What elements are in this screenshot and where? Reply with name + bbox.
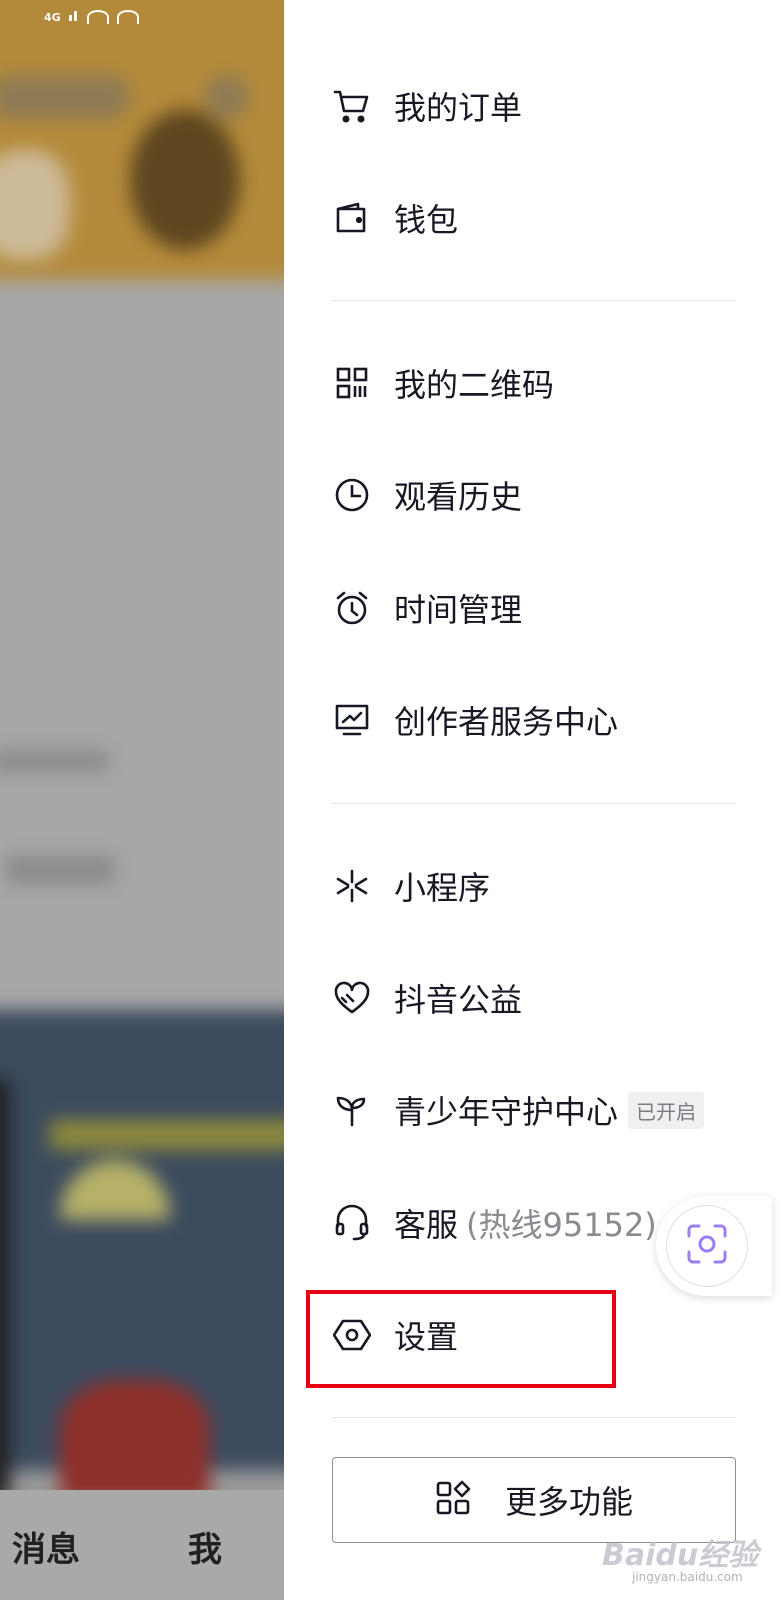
floating-scan-button[interactable] [656, 1196, 772, 1296]
wifi-icon [86, 10, 109, 24]
monitor-chart-icon [332, 700, 372, 740]
background-profile-screen: 4G 消息 我 [0, 0, 284, 1600]
sprout-icon [332, 1090, 372, 1130]
menu-item-history[interactable]: 观看历史 [332, 455, 522, 535]
alarm-clock-icon [332, 588, 372, 628]
menu-item-label: 小程序 [394, 869, 491, 907]
divider [332, 1417, 736, 1418]
menu-item-customer-service[interactable]: 客服 (热线95152) [332, 1183, 657, 1263]
menu-item-label: 客服 [394, 1206, 459, 1244]
menu-item-qr-code[interactable]: 我的二维码 [332, 343, 554, 423]
menu-item-charity[interactable]: 抖音公益 [332, 958, 522, 1038]
menu-item-label: 观看历史 [394, 478, 523, 516]
hotline-text: (热线95152) [466, 1206, 657, 1244]
cart-icon [332, 86, 372, 126]
tab-messages[interactable]: 消息 [12, 1522, 80, 1571]
clock-icon [332, 475, 372, 515]
scan-camera-icon [685, 1222, 729, 1270]
headset-icon [332, 1203, 372, 1243]
status-badge: 已开启 [628, 1091, 705, 1129]
divider [332, 803, 736, 804]
menu-item-label: 我的二维码 [394, 366, 555, 404]
signal-icon [68, 10, 79, 24]
eye-icon [116, 10, 139, 24]
menu-item-wallet[interactable]: 钱包 [332, 178, 458, 258]
menu-item-mini-programs[interactable]: 小程序 [332, 846, 490, 926]
wallet-icon [332, 198, 372, 238]
qr-code-icon [332, 363, 372, 403]
divider [332, 300, 736, 301]
menu-item-time-management[interactable]: 时间管理 [332, 568, 522, 648]
apps-grid-icon [435, 1480, 471, 1520]
menu-item-label: 创作者服务中心 [394, 703, 619, 741]
watermark-url: jingyan.baidu.com [632, 1570, 743, 1584]
menu-item-label: 青少年守护中心 [394, 1093, 619, 1131]
tab-me[interactable]: 我 [188, 1522, 222, 1571]
menu-item-label: 我的订单 [394, 89, 523, 127]
asterisk-icon [332, 866, 372, 906]
menu-item-youth-protection[interactable]: 青少年守护中心 已开启 [332, 1070, 705, 1150]
status-bar: 4G [44, 10, 139, 24]
menu-item-label: 抖音公益 [394, 981, 523, 1019]
watermark-text: Baidu经验 [602, 1538, 759, 1573]
baidu-watermark: Baidu经验 jingyan.baidu.com [602, 1530, 758, 1584]
menu-item-orders[interactable]: 我的订单 [332, 66, 522, 146]
heart-icon [332, 978, 372, 1018]
settings-highlight-box [306, 1290, 616, 1388]
network-type: 4G [44, 10, 61, 24]
menu-item-label: 时间管理 [394, 591, 523, 629]
menu-item-creator-center[interactable]: 创作者服务中心 [332, 680, 618, 760]
more-features-label: 更多功能 [504, 1483, 633, 1521]
menu-item-label: 钱包 [394, 201, 459, 239]
